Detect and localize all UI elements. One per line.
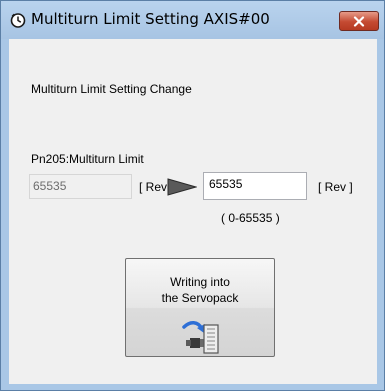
dialog-window: Multiturn Limit Setting AXIS#00 Multitur… bbox=[0, 0, 385, 391]
parameter-label: Pn205:Multiturn Limit bbox=[31, 152, 144, 166]
close-button[interactable] bbox=[339, 11, 379, 31]
window-title: Multiturn Limit Setting AXIS#00 bbox=[31, 10, 270, 28]
range-label: ( 0-65535 ) bbox=[221, 211, 280, 225]
new-unit-label: [ Rev ] bbox=[318, 180, 353, 194]
section-heading: Multiturn Limit Setting Change bbox=[31, 82, 192, 96]
write-to-servopack-button[interactable]: Writing into the Servopack bbox=[125, 258, 275, 357]
close-icon bbox=[353, 15, 365, 27]
write-button-label-line1: Writing into bbox=[170, 275, 230, 289]
right-arrow-icon bbox=[167, 178, 197, 196]
new-value-input[interactable]: 65535 bbox=[203, 172, 307, 200]
clock-icon bbox=[10, 13, 26, 28]
dialog-body: Multiturn Limit Setting Change Pn205:Mul… bbox=[9, 39, 377, 384]
current-value-field: 65535 bbox=[29, 174, 132, 199]
servopack-write-icon bbox=[182, 321, 219, 354]
title-bar[interactable]: Multiturn Limit Setting AXIS#00 bbox=[1, 1, 384, 39]
write-button-label-line2: the Servopack bbox=[161, 291, 239, 305]
